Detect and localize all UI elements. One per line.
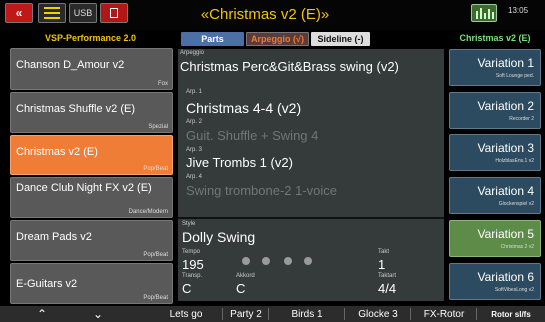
song-category: Pop/Beat [143, 166, 168, 172]
tempo-value[interactable]: 195 [182, 257, 204, 272]
record-icon[interactable] [100, 3, 128, 23]
song-name: Dance Club Night FX v2 (E) [16, 182, 152, 194]
variation-2-button[interactable]: Variation 2 Recorder 2 [449, 92, 541, 129]
style-label: Style [182, 221, 196, 227]
clock: 13:05 [508, 6, 529, 15]
scroll-up-icon[interactable]: ⌃ [22, 306, 62, 322]
song-name: Christmas Shuffle v2 (E) [16, 103, 136, 115]
bottom-button-birds-1[interactable]: Birds 1 [270, 306, 344, 322]
page-title: «Christmas v2 (E)» [200, 6, 330, 23]
bottom-button-glocke-3[interactable]: Glocke 3 [346, 306, 410, 322]
variation-sound: SoftVibesLong v2 [494, 287, 534, 293]
song-item-dance-club[interactable]: Dance Club Night FX v2 (E) Dance/Modern [10, 177, 173, 218]
takt-value: 1 [378, 257, 386, 272]
level-meter-icon[interactable] [471, 4, 497, 22]
akkord-value: C [236, 281, 246, 296]
song-item-dream-pads[interactable]: Dream Pads v2 Pop/Beat [10, 220, 173, 261]
arp-2-label: Arp. 2 [186, 119, 203, 125]
transp-label: Transp. [182, 273, 203, 279]
bottom-button-rotor-sl-fs[interactable]: Rotor sl/fs [478, 306, 544, 322]
display-icon[interactable] [38, 3, 66, 23]
variation-6-button[interactable]: Variation 6 SoftVibesLong v2 [449, 263, 541, 300]
back-icon[interactable]: « [5, 3, 33, 23]
variation-sound: Recorder 2 [509, 116, 534, 122]
bottom-button-fx-rotor[interactable]: FX-Rotor [412, 306, 476, 322]
arp-1-value[interactable]: Christmas 4-4 (v2) [186, 100, 301, 116]
bottom-bar: ⌃ ⌄ Lets go Party 2 Birds 1 Glocke 3 FX-… [0, 306, 545, 322]
variation-name: Variation 6 [477, 270, 534, 284]
variation-3-button[interactable]: Variation 3 HolzblasEns.1 v2 [449, 134, 541, 171]
bottom-button-lets-go[interactable]: Lets go [148, 306, 224, 322]
song-name: Dream Pads v2 [16, 231, 92, 243]
beat-indicator-icon [304, 257, 312, 265]
variation-name: Variation 4 [477, 184, 534, 198]
arp-1-label: Arp. 1 [186, 89, 203, 95]
song-item-chanson[interactable]: Chanson D_Amour v2 Fox [10, 48, 173, 90]
song-name: E-Guitars v2 [16, 278, 78, 290]
variation-name: Variation 5 [477, 227, 534, 241]
taktart-value: 4/4 [378, 281, 397, 296]
tempo-label: Tempo [182, 249, 201, 255]
current-song-title: Christmas v2 (E) [459, 33, 531, 43]
song-name: Christmas v2 (E) [16, 146, 98, 158]
usb-icon[interactable]: USB [69, 3, 97, 23]
song-name: Chanson D_Amour v2 [16, 59, 125, 71]
takt-label: Takt [378, 249, 390, 255]
arpeggio-panel: Arpeggio Christmas Perc&Git&Brass swing … [178, 49, 444, 301]
song-item-e-guitars[interactable]: E-Guitars v2 Pop/Beat [10, 263, 173, 304]
variation-name: Variation 1 [477, 56, 534, 70]
song-item-christmas-shuffle[interactable]: Christmas Shuffle v2 (E) Spezial [10, 92, 173, 133]
song-category: Pop/Beat [143, 252, 168, 258]
tab-parts[interactable]: Parts [181, 32, 244, 46]
song-item-christmas-v2[interactable]: Christmas v2 (E) Pop/Beat [10, 135, 173, 175]
beat-indicator-icon [284, 257, 292, 265]
bottom-button-party-2[interactable]: Party 2 [224, 306, 268, 322]
arpeggio-label: Arpeggio [180, 50, 205, 56]
variation-1-button[interactable]: Variation 1 Soft Lounge ped. [449, 49, 541, 86]
transp-value[interactable]: C [182, 281, 191, 296]
tab-sideline[interactable]: Sideline (-) [311, 32, 370, 46]
beat-indicator-icon [262, 257, 270, 265]
beat-indicator-icon [242, 257, 250, 265]
variation-5-button[interactable]: Variation 5 Christmas 2 v2 [449, 220, 541, 257]
variation-sound: Glockenspiel v2 [498, 201, 534, 207]
variation-name: Variation 3 [477, 141, 534, 155]
top-bar: « USB «Christmas v2 (E)» 13:05 [0, 0, 545, 30]
variation-sound: Soft Lounge ped. [495, 73, 534, 79]
variation-sound: HolzblasEns.1 v2 [495, 158, 534, 164]
song-category: Dance/Modern [128, 209, 168, 215]
section-divider [178, 217, 444, 219]
akkord-label: Akkord [236, 273, 255, 279]
tab-arpeggio[interactable]: Arpeggio (√) [246, 32, 309, 46]
variation-name: Variation 2 [477, 99, 534, 113]
performance-list-title: VSP-Performance 2.0 [44, 33, 137, 43]
style-name[interactable]: Dolly Swing [182, 229, 255, 245]
arp-4-value[interactable]: Swing trombone-2 1-voice [186, 183, 337, 198]
arp-3-label: Arp. 3 [186, 147, 203, 153]
song-category: Pop/Beat [143, 295, 168, 301]
taktart-label: Taktart [378, 273, 397, 279]
variation-4-button[interactable]: Variation 4 Glockenspiel v2 [449, 177, 541, 214]
scroll-down-icon[interactable]: ⌄ [78, 306, 118, 322]
variation-sound: Christmas 2 v2 [500, 244, 534, 250]
arpeggio-name[interactable]: Christmas Perc&Git&Brass swing (v2) [180, 59, 399, 74]
song-category: Fox [157, 81, 168, 87]
arp-2-value[interactable]: Guit. Shuffle + Swing 4 [186, 128, 318, 143]
song-category: Spezial [148, 124, 168, 130]
arp-3-value[interactable]: Jive Trombs 1 (v2) [186, 155, 293, 170]
arp-4-label: Arp. 4 [186, 174, 203, 180]
